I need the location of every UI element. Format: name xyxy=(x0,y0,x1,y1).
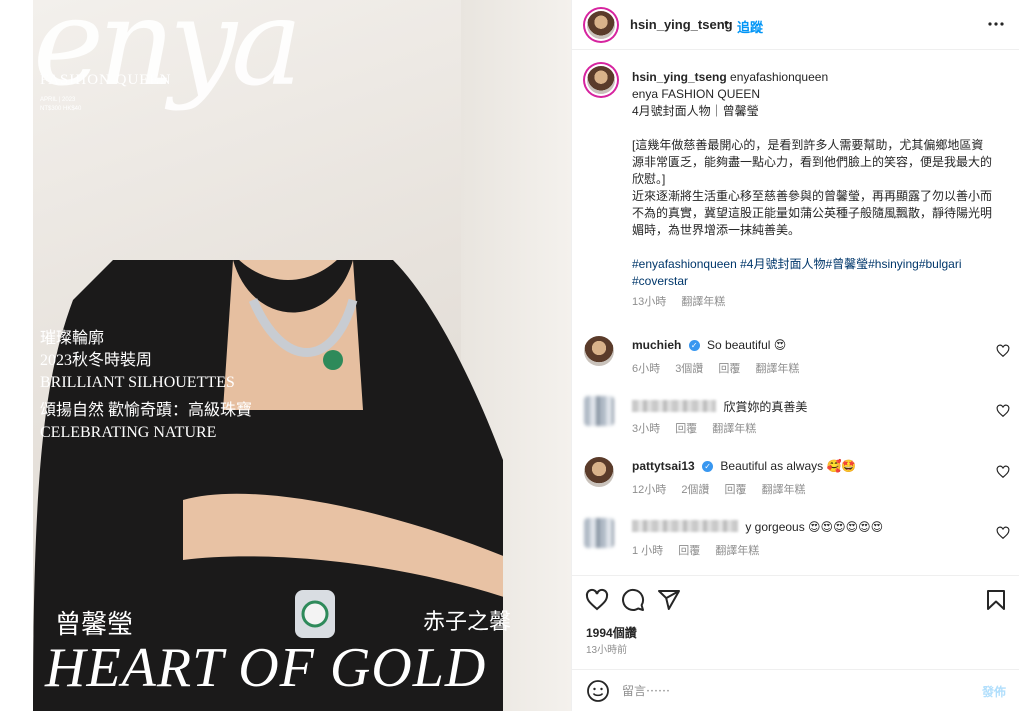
comment-translate[interactable]: 翻譯年糕 xyxy=(715,545,759,557)
comment-username-redacted xyxy=(632,400,716,412)
caption-username[interactable]: hsin_ying_tseng xyxy=(632,70,727,84)
caption-translate[interactable]: 翻譯年糕 xyxy=(681,296,725,308)
cover-issue-date: APRIL | 2023 xyxy=(40,97,76,103)
comment-username[interactable]: muchieh xyxy=(632,338,681,352)
cover-headline-1: 璀璨輪廓 2023秋冬時裝周 BRILLIANT SILHOUETTES xyxy=(40,328,235,394)
comment-time[interactable]: 3小時 xyxy=(632,423,660,435)
emoji-icon[interactable] xyxy=(586,679,610,703)
likes-count[interactable]: 1994個讚 xyxy=(586,624,637,641)
caption-quote: [這幾年做慈善最開心的，是看到許多人需要幫助，尤其偏鄉地區資源非常匱乏，能夠盡一… xyxy=(632,138,993,186)
caption-first-line: hsin_ying_tseng enyafashionqueen xyxy=(632,69,992,86)
comment-username[interactable]: pattytsai13 xyxy=(632,459,695,473)
verified-icon: ✓ xyxy=(688,340,700,351)
comment-avatar[interactable] xyxy=(584,518,614,548)
comment-body: So beautiful 😍 xyxy=(707,338,787,352)
post-panel: hsin_ying_tseng • 追蹤 hsin_ying_tseng eny… xyxy=(571,0,1019,711)
comment-meta: 1 小時 回覆 翻譯年糕 xyxy=(632,542,771,558)
comment-text: y gorgeous 😍😍😍😍😍😍 xyxy=(632,520,883,534)
add-comment-bar: 發佈 xyxy=(572,669,1019,711)
caption-body: hsin_ying_tseng enyafashionqueen enya FA… xyxy=(632,69,992,311)
comment-item: muchieh ✓ So beautiful 😍 6小時 3個讚 回覆 翻譯年糕 xyxy=(572,330,1019,386)
avatar[interactable] xyxy=(587,11,615,39)
cover-headline-1-line-1: 璀璨輪廓 xyxy=(40,330,105,347)
comment-icon[interactable] xyxy=(621,588,645,612)
comment-meta: 12小時 2個讚 回覆 翻譯年糕 xyxy=(632,481,818,497)
caption-gap xyxy=(632,120,992,137)
post-header: hsin_ying_tseng • 追蹤 xyxy=(572,0,1019,50)
comment-input[interactable] xyxy=(622,680,962,702)
comment-avatar[interactable] xyxy=(584,457,614,487)
verified-icon: ✓ xyxy=(702,461,714,472)
comment-meta: 6小時 3個讚 回覆 翻譯年糕 xyxy=(632,360,811,376)
header-separator: • xyxy=(724,15,729,30)
comment-translate[interactable]: 翻譯年糕 xyxy=(712,423,756,435)
comment-time[interactable]: 6小時 xyxy=(632,363,660,375)
comment-translate[interactable]: 翻譯年糕 xyxy=(762,484,806,496)
comment-item: 欣賞妳的真善美 3小時 回覆 翻譯年糕 xyxy=(572,390,1019,446)
heart-icon[interactable] xyxy=(996,465,1010,479)
caption-gap xyxy=(632,239,992,256)
cover-headline-2-line-2: CELEBRATING NATURE xyxy=(40,424,217,441)
cover-headline-1-line-3: BRILLIANT SILHOUETTES xyxy=(40,374,235,391)
comment-body: 欣賞妳的真善美 xyxy=(723,400,808,414)
heart-icon[interactable] xyxy=(996,404,1010,418)
caption-text: 近來逐漸將生活重心移至慈善參與的曾馨瑩，再再顯露了勿以善小而不為的真實，冀望這股… xyxy=(632,189,993,237)
heart-icon[interactable] xyxy=(996,344,1010,358)
comment-reply[interactable]: 回覆 xyxy=(678,545,700,557)
cover-issue-price: NT$300 HK$40 xyxy=(40,106,82,112)
caption-time[interactable]: 13小時 xyxy=(632,296,666,308)
comment-item: pattytsai13 ✓ Beautiful as always 🥰🤩 12小… xyxy=(572,451,1019,507)
share-icon[interactable] xyxy=(657,588,681,612)
caption-line-2: 4月號封面人物｜曾馨瑩 xyxy=(632,104,759,118)
comment-item: y gorgeous 😍😍😍😍😍😍 1 小時 回覆 翻譯年糕 xyxy=(572,512,1019,568)
action-bar: 1994個讚 13小時前 xyxy=(572,575,1019,683)
cover-headline-2: 頌揚自然 歡愉奇蹟：高級珠寶 CELEBRATING NATURE xyxy=(40,400,252,444)
comment-meta: 3小時 回覆 翻譯年糕 xyxy=(632,420,768,436)
caption-avatar[interactable] xyxy=(587,66,615,94)
comment-text: pattytsai13 ✓ Beautiful as always 🥰🤩 xyxy=(632,459,856,473)
comment-reply[interactable]: 回覆 xyxy=(675,423,697,435)
cover-headline-1-line-2: 2023秋冬時裝周 xyxy=(40,352,153,369)
backdrop xyxy=(0,0,33,711)
comment-translate[interactable]: 翻譯年糕 xyxy=(755,363,799,375)
caption-hashtags[interactable]: #enyafashionqueen #4月號封面人物#曾馨瑩#hsinying#… xyxy=(632,256,992,290)
header-username[interactable]: hsin_ying_tseng xyxy=(630,17,733,32)
comment-reply[interactable]: 回覆 xyxy=(725,484,747,496)
post-timestamp[interactable]: 13小時前 xyxy=(586,641,627,656)
comment-likes[interactable]: 3個讚 xyxy=(675,363,703,375)
heart-icon[interactable] xyxy=(585,588,609,612)
comment-body: Beautiful as always 🥰🤩 xyxy=(720,459,857,473)
more-icon[interactable] xyxy=(984,12,1008,36)
comment-reply[interactable]: 回覆 xyxy=(718,363,740,375)
cover-title: HEART OF GOLD xyxy=(45,637,487,699)
post-button[interactable]: 發佈 xyxy=(982,683,1006,700)
cover-issue: APRIL | 2023 NT$300 HK$40 xyxy=(40,96,81,114)
caption-mention[interactable]: enyafashionqueen xyxy=(730,70,828,84)
comment-time[interactable]: 12小時 xyxy=(632,484,666,496)
heart-icon[interactable] xyxy=(996,526,1010,540)
comment-username-redacted xyxy=(632,520,738,532)
caption-line-1: enya FASHION QUEEN xyxy=(632,87,761,101)
comment-likes[interactable]: 2個讚 xyxy=(681,484,709,496)
comment-body: y gorgeous 😍😍😍😍😍😍 xyxy=(745,520,884,534)
bookmark-icon[interactable] xyxy=(984,588,1008,612)
comment-text: 欣賞妳的真善美 xyxy=(632,398,807,415)
comment-avatar[interactable] xyxy=(584,396,614,426)
cover-subname: 赤子之馨 xyxy=(423,610,512,635)
follow-button[interactable]: 追蹤 xyxy=(737,17,763,36)
post-image[interactable]: enya FASHION QUEEN APRIL | 2023 NT$300 H… xyxy=(33,0,571,711)
caption-meta: 13小時 翻譯年糕 xyxy=(632,294,992,311)
comment-text: muchieh ✓ So beautiful 😍 xyxy=(632,338,786,352)
cover-brand: FASHION QUEEN xyxy=(40,72,172,88)
comment-time[interactable]: 1 小時 xyxy=(632,545,663,557)
comment-avatar[interactable] xyxy=(584,336,614,366)
cover-headline-2-line-1: 頌揚自然 歡愉奇蹟：高級珠寶 xyxy=(40,402,253,419)
